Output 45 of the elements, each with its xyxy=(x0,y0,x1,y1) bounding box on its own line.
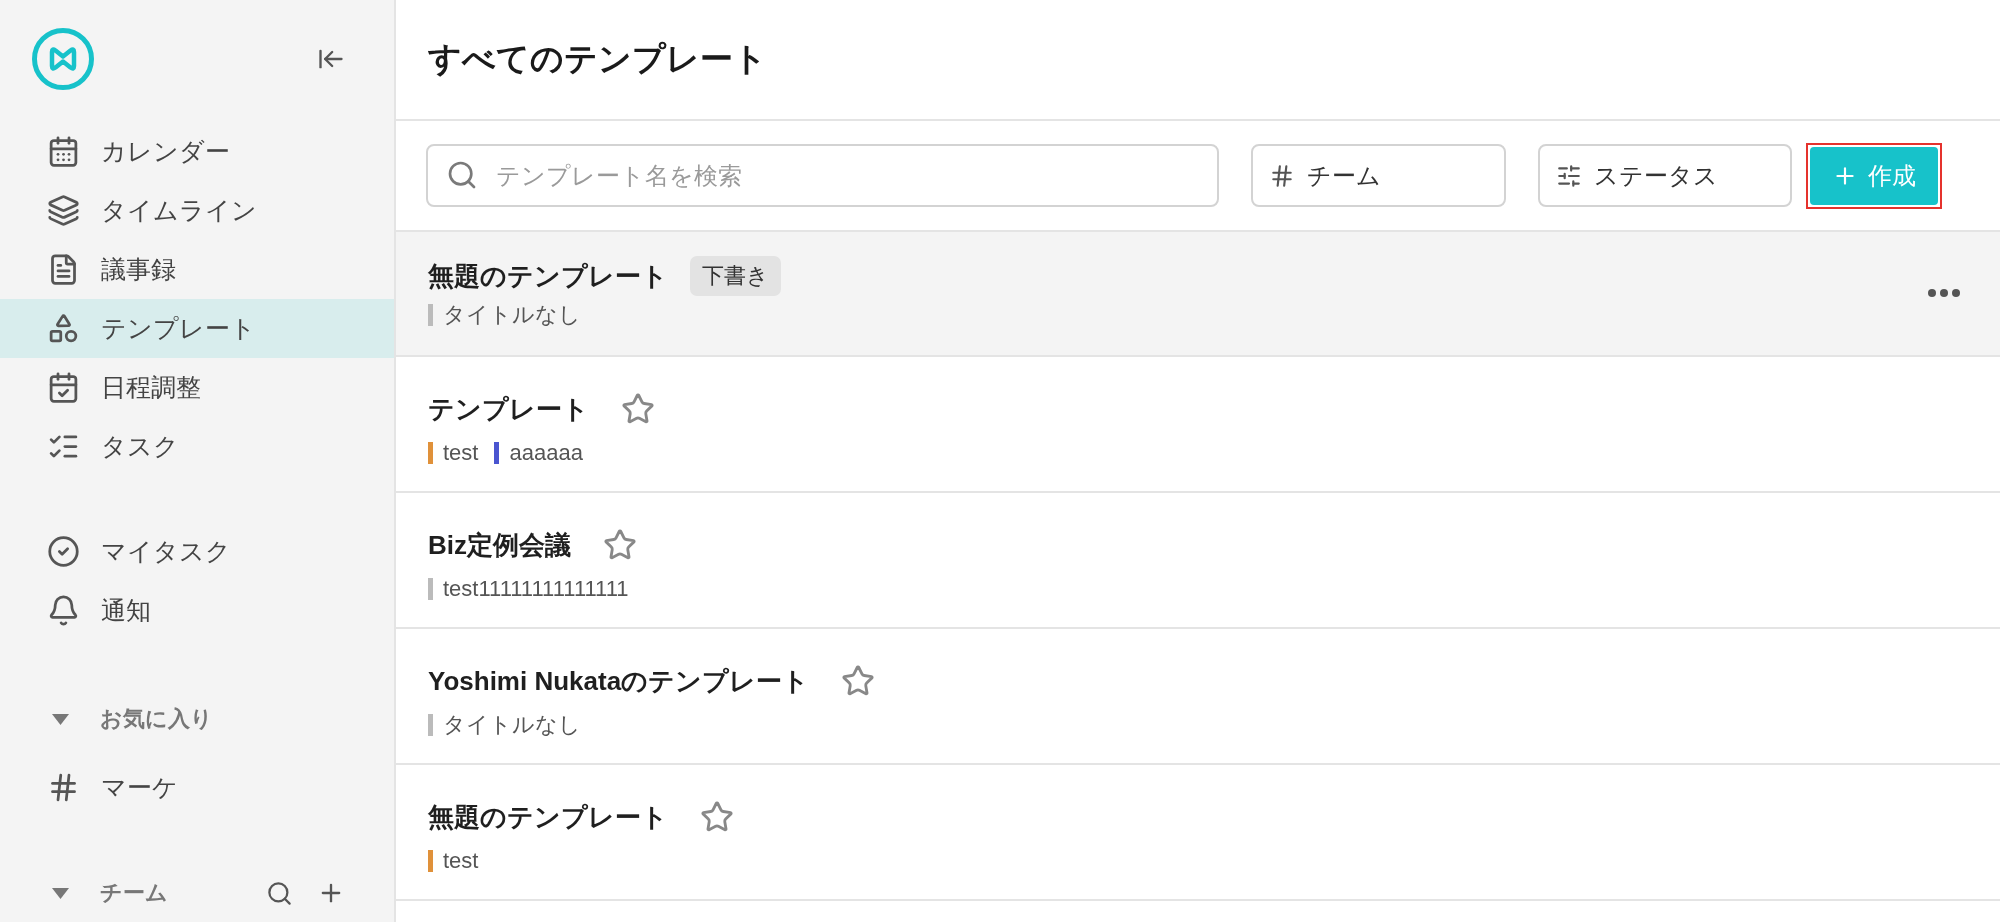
search-icon[interactable] xyxy=(266,879,293,907)
tag-label: タイトルなし xyxy=(443,711,581,739)
template-title: テンプレート xyxy=(428,392,589,426)
calendar-check-icon xyxy=(47,371,80,404)
star-icon[interactable] xyxy=(841,664,876,698)
tag-label: aaaaaa xyxy=(509,440,583,466)
sidebar-item[interactable]: マーケ xyxy=(0,758,394,817)
template-title: Yoshimi Nukataのテンプレート xyxy=(428,664,810,698)
sidebar-item[interactable]: マイタスク xyxy=(0,522,394,581)
sidebar-item[interactable]: 日程調整 xyxy=(0,358,394,417)
sidebar-item[interactable]: 通知 xyxy=(0,581,394,640)
tag-label: タイトルなし xyxy=(443,301,581,329)
filter-button[interactable]: ステータス xyxy=(1537,144,1792,207)
check-circle-icon xyxy=(47,535,80,568)
star-icon[interactable] xyxy=(603,528,637,562)
sidebar-item[interactable]: タスク xyxy=(0,417,394,476)
logo-icon xyxy=(32,28,94,90)
sidebar-item[interactable]: テンプレート xyxy=(0,299,394,358)
template-row[interactable]: 無題のテンプレート 下書き タイトルなし xyxy=(396,232,2000,357)
search-icon xyxy=(446,159,478,191)
caret-icon[interactable] xyxy=(52,713,69,725)
section-title: チーム xyxy=(100,879,169,907)
status-badge: 下書き xyxy=(690,256,781,296)
bell-icon xyxy=(47,594,80,627)
tag-label: test xyxy=(443,440,479,466)
search-field[interactable]: テンプレート名を検索 xyxy=(426,144,1220,207)
page-title: すべてのテンプレート xyxy=(428,39,767,79)
shapes-icon xyxy=(47,312,80,345)
sidebar-item[interactable]: タイムライン xyxy=(0,181,394,240)
sidebar-item[interactable]: 議事録 xyxy=(0,240,394,299)
sliders-icon xyxy=(1555,162,1582,189)
template-title: 無題のテンプレート xyxy=(428,800,668,834)
calendar-icon xyxy=(47,135,80,168)
tag-label: test11111111111111 xyxy=(443,576,629,602)
template-title: Biz定例会議 xyxy=(428,528,571,562)
layers-icon xyxy=(47,194,80,227)
more-icon[interactable] xyxy=(1928,289,1960,297)
template-title: 無題のテンプレート xyxy=(428,259,668,293)
filter-button[interactable]: チーム xyxy=(1251,144,1506,207)
sidebar-item[interactable]: カレンダー xyxy=(0,122,394,181)
star-icon[interactable] xyxy=(700,800,734,834)
tag-label: test xyxy=(443,848,479,874)
caret-icon[interactable] xyxy=(52,887,69,899)
section-title: お気に入り xyxy=(100,705,214,733)
star-icon[interactable] xyxy=(621,392,655,426)
